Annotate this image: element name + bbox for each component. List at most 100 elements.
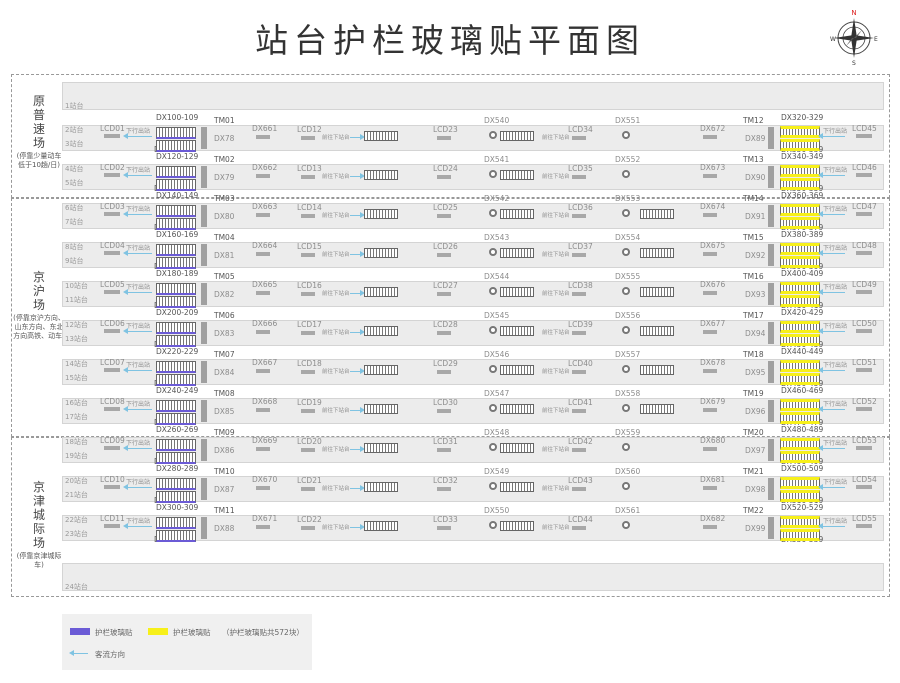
dx-range-top: DX140-149 <box>156 191 199 200</box>
flow-arrow <box>123 211 152 217</box>
stair-block <box>364 170 398 180</box>
lcd-label: LCD28 <box>433 320 458 329</box>
glass-sticker-blue <box>156 283 196 295</box>
down-exit-label: 下行出站 <box>126 479 151 486</box>
lcd-screen <box>301 409 315 413</box>
lcd-screen <box>856 251 872 255</box>
down-exit-label: 下行出站 <box>823 284 848 291</box>
lcd-screen <box>301 331 315 335</box>
platform-band-single <box>62 82 884 110</box>
transfer-label: 前往下站台 <box>322 252 350 258</box>
dx-label: DX80 <box>214 212 235 221</box>
dx-range-top: DX100-109 <box>156 113 199 122</box>
escalator-icon <box>489 404 497 412</box>
lcd-label: LCD02 <box>100 163 125 172</box>
down-exit-label: 下行出站 <box>126 401 151 408</box>
zone-note: (停靠京沪方向、山东方向、东北方向高铁、动车) <box>13 314 65 340</box>
stair-block <box>640 326 674 336</box>
gate-block <box>201 517 207 539</box>
gate-block <box>768 439 774 461</box>
lcd-label: LCD41 <box>568 398 593 407</box>
lcd-screen <box>104 173 120 177</box>
lcd-screen <box>856 368 872 372</box>
tm-label: TM21 <box>743 467 764 476</box>
lcd-label: LCD14 <box>297 203 322 212</box>
lcd-screen <box>572 409 586 413</box>
lcd-label: LCD16 <box>297 281 322 290</box>
glass-sticker-blue <box>156 374 196 386</box>
lcd-label: LCD31 <box>433 437 458 446</box>
stair-block <box>364 404 398 414</box>
dx-label: DX542 <box>484 194 510 203</box>
transfer-label: 前往下站台 <box>542 252 570 258</box>
dx-label: DX96 <box>745 407 766 416</box>
glass-sticker-yellow <box>780 360 820 372</box>
lcd-screen <box>572 526 586 530</box>
dx-label: DX557 <box>615 350 641 359</box>
dx-label: DX89 <box>745 134 766 143</box>
lcd-screen <box>572 292 586 296</box>
dx-label: DX677 <box>700 319 726 328</box>
lcd-label: LCD27 <box>433 281 458 290</box>
lcd-label: LCD23 <box>433 125 458 134</box>
legend-flow-arrow <box>69 650 88 656</box>
stair-block <box>364 209 398 219</box>
glass-sticker-blue <box>156 530 196 542</box>
stair-block <box>500 443 534 453</box>
lcd-screen <box>437 253 451 257</box>
dx-label: DX675 <box>700 241 726 250</box>
track-label-bottom: 23站台 <box>65 530 88 538</box>
lcd-label: LCD05 <box>100 280 125 289</box>
zone-name: 京津城际场 <box>32 480 45 550</box>
glass-sticker-blue <box>156 140 196 152</box>
dx-label: DX84 <box>214 368 235 377</box>
lcd-label: LCD18 <box>297 359 322 368</box>
dx-label: DX554 <box>615 233 641 242</box>
lcd-label: LCD07 <box>100 358 125 367</box>
stair-block <box>640 248 674 258</box>
lcd-screen <box>301 253 315 257</box>
lcd-screen <box>256 447 270 451</box>
stair-block <box>500 287 534 297</box>
compass-north-label: N <box>851 9 856 17</box>
lcd-screen <box>703 174 717 178</box>
zone-note: (停靠京津城际车) <box>16 552 62 569</box>
lcd-label: LCD45 <box>852 124 877 133</box>
legend: 护栏玻璃贴 护栏玻璃贴 （护栏玻璃贴共572块） 客流方向 <box>62 614 312 670</box>
glass-sticker-yellow <box>780 373 820 385</box>
lcd-screen <box>256 213 270 217</box>
lcd-label: LCD15 <box>297 242 322 251</box>
stair-block <box>640 365 674 375</box>
gate-block <box>201 361 207 383</box>
escalator-icon <box>622 443 630 451</box>
page-title: 站台护栏玻璃贴平面图 <box>255 21 645 60</box>
zone-name: 原普速场 <box>32 94 45 150</box>
lcd-screen <box>256 330 270 334</box>
dx-range-top: DX240-249 <box>156 386 199 395</box>
lcd-screen <box>572 448 586 452</box>
dx-label: DX541 <box>484 155 510 164</box>
lcd-screen <box>856 407 872 411</box>
tm-label: TM09 <box>214 428 235 437</box>
lcd-label: LCD38 <box>568 281 593 290</box>
stair-block <box>364 482 398 492</box>
glass-sticker-yellow <box>780 295 820 307</box>
lcd-label: LCD42 <box>568 437 593 446</box>
glass-sticker-blue <box>156 296 196 308</box>
dx-label: DX676 <box>700 280 726 289</box>
dx-range-top: DX320-329 <box>781 113 824 122</box>
dx-range-top: DX520-529 <box>781 503 824 512</box>
flow-arrow <box>818 211 845 217</box>
flow-arrow <box>350 446 365 452</box>
dx-range-top: DX360-369 <box>781 191 824 200</box>
dx-label: DX79 <box>214 173 235 182</box>
down-exit-label: 下行出站 <box>126 518 151 525</box>
lcd-label: LCD11 <box>100 514 125 523</box>
down-exit-label: 下行出站 <box>126 167 151 174</box>
dx-label: DX547 <box>484 389 510 398</box>
flow-arrow <box>123 172 152 178</box>
gate-block <box>201 322 207 344</box>
flow-arrow <box>818 367 845 373</box>
dx-label: DX679 <box>700 397 726 406</box>
dx-range-top: DX480-489 <box>781 425 824 434</box>
